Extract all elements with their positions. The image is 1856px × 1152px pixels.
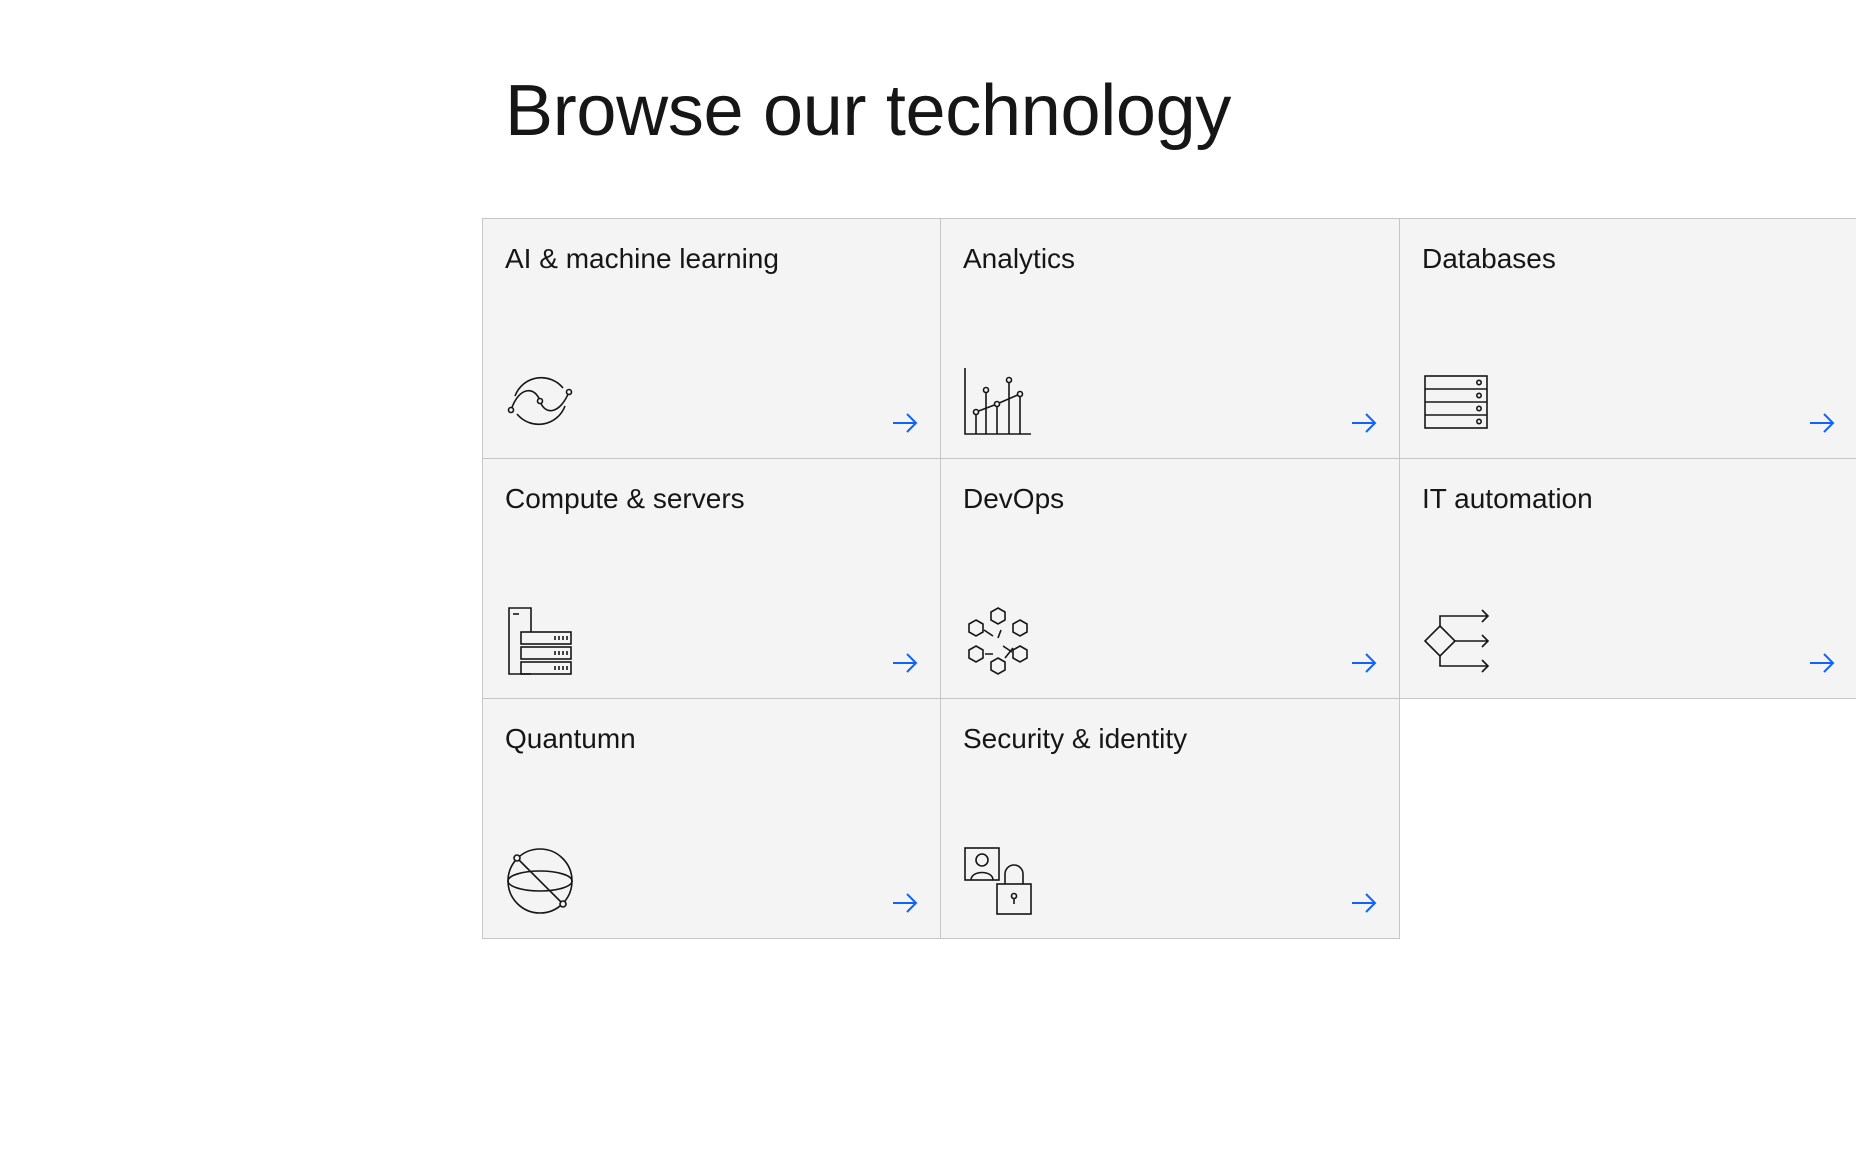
technology-grid: AI & machine learning Analytics Database… [482,218,1856,939]
tile-devops[interactable]: DevOps [940,458,1400,699]
tile-databases[interactable]: Databases [1399,218,1856,459]
arrow-right-icon [892,892,918,914]
arrow-right-icon [892,412,918,434]
tile-label: IT automation [1422,483,1593,514]
tile-label: Quantumn [505,723,636,754]
tile-label: Analytics [963,243,1076,274]
tile-compute-servers[interactable]: Compute & servers [482,458,941,699]
tile-label: AI & machine learning [505,243,779,274]
analytics-chart-icon [963,366,1033,436]
tile-label: Security & identity [963,723,1188,754]
arrow-right-icon [892,652,918,674]
database-server-icon [1422,366,1492,436]
tile-label: DevOps [963,483,1065,514]
ai-machine-learning-icon [505,366,575,436]
arrow-right-icon [1351,412,1377,434]
tile-quantum[interactable]: Quantumn [482,698,941,939]
arrow-right-icon [1809,412,1835,434]
it-automation-flow-icon [1422,606,1492,676]
tile-label: Databases [1422,243,1556,274]
page: Browse our technology AI & machine learn… [0,0,1856,1152]
arrow-right-icon [1351,652,1377,674]
tile-label: Compute & servers [505,483,745,514]
page-title: Browse our technology [505,71,1232,151]
quantum-sphere-icon [505,846,575,916]
tile-ai-machine-learning[interactable]: AI & machine learning [482,218,941,459]
tile-it-automation[interactable]: IT automation [1399,458,1856,699]
tile-analytics[interactable]: Analytics [940,218,1400,459]
arrow-right-icon [1809,652,1835,674]
security-lock-identity-icon [963,846,1033,916]
compute-servers-icon [505,606,575,676]
arrow-right-icon [1351,892,1377,914]
tile-security-identity[interactable]: Security & identity [940,698,1400,939]
devops-hexagons-icon [963,606,1033,676]
